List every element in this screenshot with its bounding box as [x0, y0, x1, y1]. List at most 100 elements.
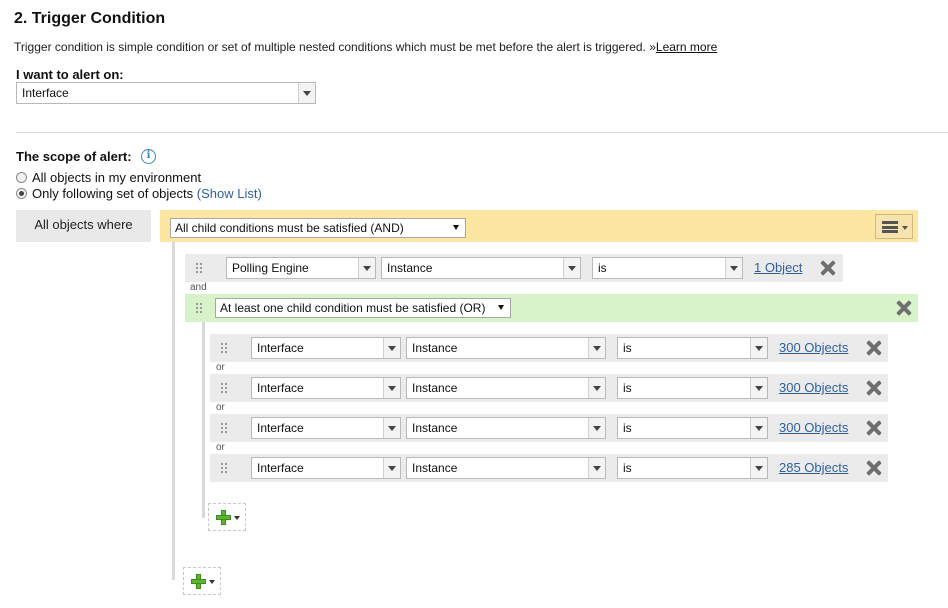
chevron-down-icon [750, 418, 767, 438]
operator-select[interactable]: is [617, 457, 768, 479]
field-value: Interface [257, 381, 304, 395]
drag-handle-icon[interactable] [196, 303, 204, 313]
drag-handle-icon[interactable] [196, 263, 204, 273]
chevron-down-icon [383, 418, 400, 438]
and-tree-line [172, 242, 175, 580]
operator-value: is [623, 421, 632, 435]
operator-value: is [623, 341, 632, 355]
alert-on-value: Interface [22, 86, 69, 100]
remove-condition-icon[interactable] [820, 260, 836, 276]
property-select[interactable]: Instance [406, 337, 606, 359]
learn-more-link[interactable]: Learn more [656, 40, 717, 54]
plus-icon [216, 510, 231, 525]
chevron-down-icon [588, 458, 605, 478]
or-connector: or [216, 402, 225, 413]
chevron-down-icon [358, 258, 375, 278]
value-link[interactable]: 285 Objects [779, 460, 848, 475]
value-link[interactable]: 300 Objects [779, 420, 848, 435]
value-link[interactable]: 1 Object [754, 260, 802, 275]
triangle-down-icon [498, 305, 504, 310]
value-link[interactable]: 300 Objects [779, 340, 848, 355]
drag-handle-icon[interactable] [221, 463, 229, 473]
remove-condition-icon[interactable] [866, 420, 882, 436]
menu-icon[interactable] [875, 214, 913, 239]
property-select[interactable]: Instance [406, 377, 606, 399]
operator-select[interactable]: is [592, 257, 743, 279]
property-value: Instance [412, 461, 458, 475]
chevron-down-icon [588, 378, 605, 398]
and-logic-select[interactable]: All child conditions must be satisfied (… [170, 218, 466, 238]
or-logic-select[interactable]: At least one child condition must be sat… [215, 298, 511, 318]
field-select[interactable]: Interface [251, 377, 401, 399]
plus-icon [191, 574, 206, 589]
property-select[interactable]: Instance [406, 417, 606, 439]
scope-option-following[interactable]: Only following set of objects (Show List… [16, 186, 262, 201]
field-value: Interface [257, 461, 304, 475]
divider [16, 132, 948, 133]
info-icon[interactable]: i [141, 149, 156, 164]
field-select[interactable]: Interface [251, 417, 401, 439]
show-list-link[interactable]: (Show List) [197, 186, 262, 201]
chevron-down-icon [383, 378, 400, 398]
chevron-down-icon [383, 458, 400, 478]
radio-all[interactable] [16, 172, 27, 183]
drag-handle-icon[interactable] [221, 343, 229, 353]
chevron-down-icon [588, 418, 605, 438]
property-select[interactable]: Instance [381, 257, 581, 279]
chevron-down-icon [383, 338, 400, 358]
property-value: Instance [387, 261, 433, 275]
operator-value: is [623, 381, 632, 395]
field-select[interactable]: Polling Engine [226, 257, 376, 279]
operator-select[interactable]: is [617, 377, 768, 399]
field-select[interactable]: Interface [251, 457, 401, 479]
property-value: Instance [412, 341, 458, 355]
chevron-down-icon [725, 258, 742, 278]
operator-select[interactable]: is [617, 417, 768, 439]
alert-on-label: I want to alert on: [16, 67, 124, 82]
scope-option-all[interactable]: All objects in my environment [16, 170, 201, 185]
field-value: Interface [257, 341, 304, 355]
caret-down-icon [209, 580, 215, 584]
chevron-down-icon [563, 258, 580, 278]
value-link[interactable]: 300 Objects [779, 380, 848, 395]
drag-handle-icon[interactable] [221, 383, 229, 393]
section-description: Trigger condition is simple condition or… [14, 40, 717, 54]
chevron-down-icon [588, 338, 605, 358]
field-value: Interface [257, 421, 304, 435]
chevron-down-icon [750, 458, 767, 478]
chevron-down-icon [750, 338, 767, 358]
caret-down-icon [234, 516, 240, 520]
or-connector: or [216, 442, 225, 453]
operator-value: is [598, 261, 607, 275]
operator-select[interactable]: is [617, 337, 768, 359]
or-logic-value: At least one child condition must be sat… [220, 301, 486, 315]
remove-condition-icon[interactable] [866, 460, 882, 476]
remove-group-icon[interactable] [896, 300, 912, 316]
remove-condition-icon[interactable] [866, 380, 882, 396]
add-condition-button[interactable] [208, 503, 246, 531]
drag-handle-icon[interactable] [221, 423, 229, 433]
section-title: 2. Trigger Condition [14, 10, 166, 27]
or-connector: or [216, 362, 225, 373]
property-value: Instance [412, 381, 458, 395]
remove-condition-icon[interactable] [866, 340, 882, 356]
and-connector: and [190, 282, 207, 293]
or-tree-line [202, 322, 205, 518]
radio-following[interactable] [16, 188, 27, 199]
all-objects-where-label: All objects where [16, 210, 151, 242]
add-condition-root-button[interactable] [183, 567, 221, 595]
operator-value: is [623, 461, 632, 475]
scope-option-all-label: All objects in my environment [32, 170, 202, 185]
chevron-down-icon [298, 83, 315, 103]
property-select[interactable]: Instance [406, 457, 606, 479]
description-text: Trigger condition is simple condition or… [14, 40, 656, 54]
property-value: Instance [412, 421, 458, 435]
field-value: Polling Engine [232, 261, 309, 275]
triangle-down-icon [453, 225, 459, 230]
chevron-down-icon [750, 378, 767, 398]
scope-option-following-label: Only following set of objects [32, 186, 194, 201]
alert-on-select[interactable]: Interface [16, 82, 316, 104]
field-select[interactable]: Interface [251, 337, 401, 359]
and-logic-value: All child conditions must be satisfied (… [175, 221, 404, 235]
scope-label: The scope of alert: [16, 149, 132, 164]
